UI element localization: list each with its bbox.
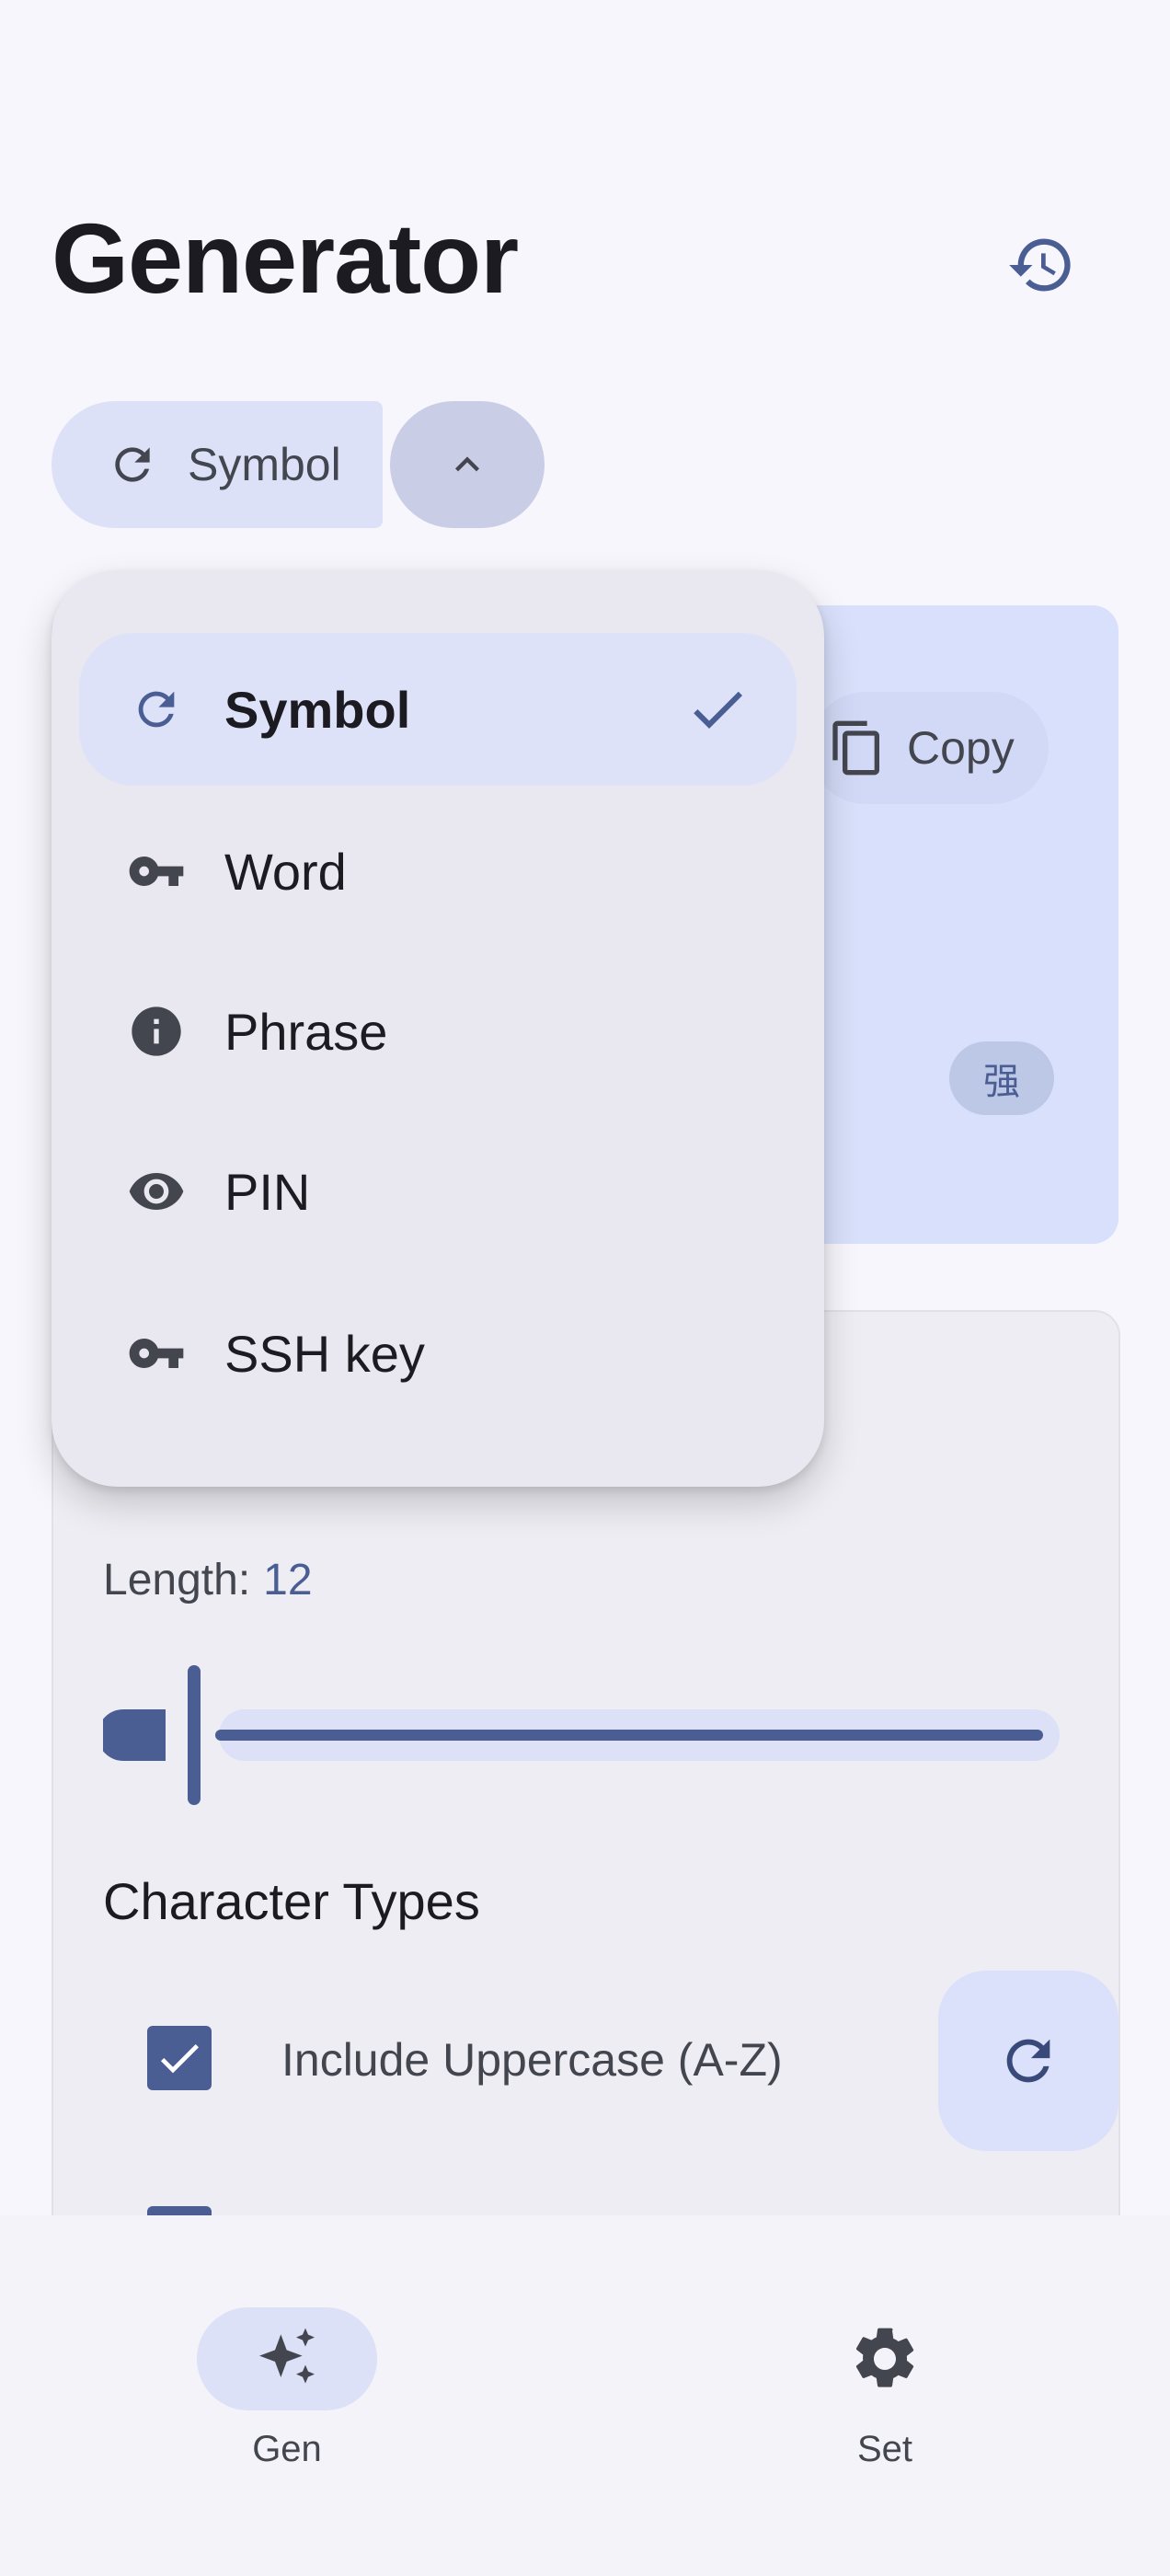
history-icon — [1006, 230, 1076, 300]
copy-button[interactable]: Copy — [809, 692, 1049, 804]
menu-item-phrase[interactable]: Phrase — [79, 955, 797, 1108]
menu-item-label: Phrase — [224, 1002, 388, 1061]
menu-item-symbol[interactable]: Symbol — [79, 633, 797, 786]
mode-chip-label: Symbol — [188, 439, 341, 490]
refresh-icon — [107, 439, 158, 490]
menu-item-pin[interactable]: PIN — [79, 1115, 797, 1268]
eye-icon — [127, 1160, 186, 1223]
menu-item-ssh-key[interactable]: SSH key — [79, 1277, 797, 1430]
menu-item-label: Word — [224, 842, 347, 901]
mode-select-button[interactable]: Symbol — [52, 401, 383, 528]
refresh-icon — [127, 683, 186, 736]
menu-item-word[interactable]: Word — [79, 795, 797, 948]
sparkle-icon — [250, 2322, 324, 2396]
menu-item-label: PIN — [224, 1162, 311, 1221]
length-slider[interactable] — [103, 1656, 1060, 1822]
gear-icon — [848, 2322, 922, 2396]
check-icon — [154, 2032, 205, 2084]
nav-set-label: Set — [856, 2429, 913, 2469]
uppercase-checkbox[interactable] — [147, 2026, 212, 2090]
chevron-up-icon — [443, 441, 491, 489]
nav-gen-label: Gen — [252, 2429, 322, 2469]
refresh-icon — [996, 2029, 1061, 2093]
check-icon — [684, 676, 751, 742]
page-title: Generator — [52, 202, 519, 314]
regenerate-button[interactable] — [938, 1971, 1118, 2151]
history-button[interactable] — [1003, 226, 1080, 304]
menu-item-label: Symbol — [224, 680, 411, 739]
nav-set-button[interactable] — [839, 2313, 931, 2405]
key-icon — [127, 842, 186, 901]
info-icon — [127, 1002, 186, 1061]
strength-badge: 强 — [949, 1041, 1054, 1115]
length-label: Length: 12 — [103, 1556, 313, 1604]
uppercase-checkbox-label: Include Uppercase (A-Z) — [281, 2034, 783, 2086]
character-types-heading: Character Types — [103, 1872, 480, 1930]
key-icon — [127, 1324, 186, 1383]
copy-icon — [828, 719, 887, 777]
copy-label: Copy — [907, 722, 1015, 774]
bottom-navigation — [0, 2215, 1170, 2576]
menu-item-label: SSH key — [224, 1324, 425, 1383]
nav-gen-button[interactable] — [197, 2307, 377, 2410]
mode-toggle-button[interactable] — [390, 401, 545, 528]
length-value: 12 — [263, 1556, 313, 1604]
slider-thumb — [188, 1665, 201, 1805]
